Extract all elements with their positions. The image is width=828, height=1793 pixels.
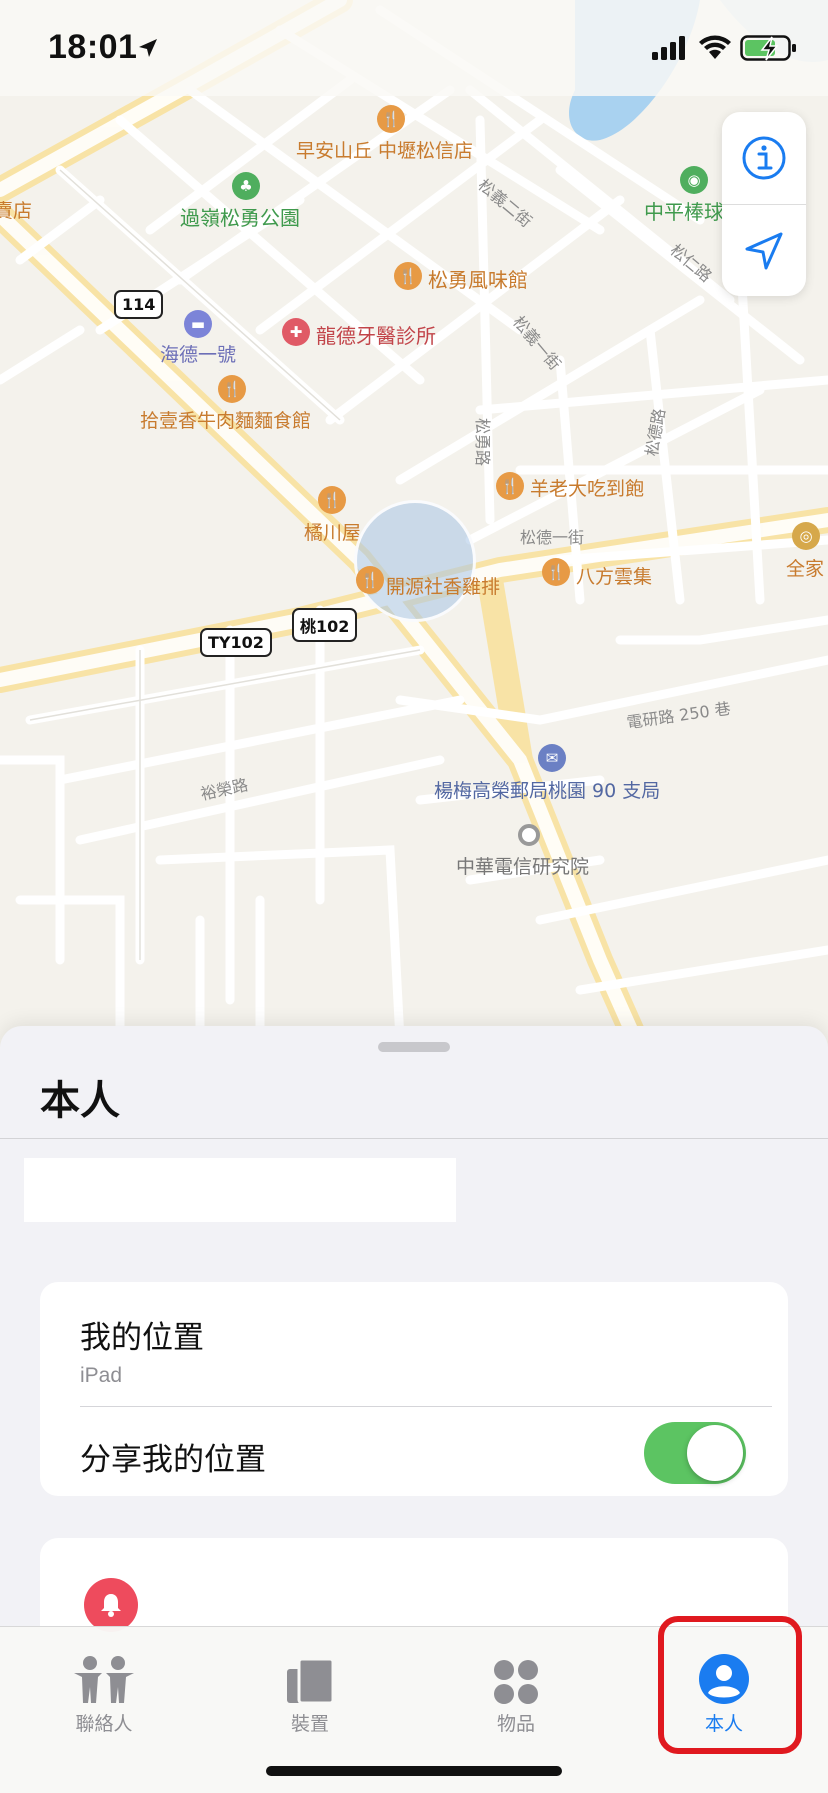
- route-shield: 114: [114, 290, 164, 319]
- people-icon: [74, 1656, 134, 1703]
- tab-devices[interactable]: 裝置: [240, 1647, 380, 1736]
- status-bar: 18:01: [0, 0, 828, 96]
- poi-label[interactable]: 羊老大吃到飽: [530, 474, 644, 501]
- landmark-icon: [518, 824, 540, 846]
- poi-label[interactable]: 八方雲集: [576, 562, 652, 589]
- tab-items[interactable]: 物品: [446, 1647, 586, 1736]
- tab-label: 聯絡人: [75, 1713, 133, 1735]
- poi-label[interactable]: 海德一號: [160, 340, 236, 367]
- restaurant-icon: 🍴: [394, 262, 422, 290]
- restaurant-icon: 🍴: [542, 558, 570, 586]
- items-icon: [494, 1660, 538, 1704]
- sheet-grabber[interactable]: [378, 1042, 450, 1052]
- restaurant-icon: 🍴: [377, 105, 405, 133]
- street-label: 松勇路: [473, 417, 493, 467]
- location-arrow-icon: [139, 39, 157, 57]
- cellular-signal-icon: [652, 36, 685, 60]
- restaurant-icon: 🍴: [318, 486, 346, 514]
- restaurant-icon: 🍴: [496, 472, 524, 500]
- tab-label: 物品: [496, 1713, 535, 1735]
- park-icon: ♣: [232, 172, 260, 200]
- route-shield: TY102: [200, 628, 272, 657]
- poi-label[interactable]: 中華電信研究院: [456, 852, 589, 879]
- tab-label: 裝置: [290, 1713, 329, 1735]
- info-button[interactable]: [722, 112, 806, 204]
- home-indicator: [266, 1766, 562, 1776]
- clock: 18:01: [48, 28, 138, 66]
- dentist-icon: ✚: [282, 318, 310, 346]
- poi-label[interactable]: 全家: [786, 554, 824, 581]
- battery-charging-icon: [740, 35, 796, 61]
- info-icon: [742, 136, 786, 180]
- restaurant-icon: 🍴: [356, 566, 384, 594]
- devices-icon: [287, 1657, 335, 1705]
- poi-label[interactable]: 松勇風味館: [428, 264, 528, 293]
- tab-contacts[interactable]: 聯絡人: [34, 1647, 174, 1736]
- poi-label[interactable]: 楊梅高榮郵局桃園 90 支局: [434, 776, 660, 803]
- sheet-title: 本人: [40, 1078, 120, 1124]
- post-office-icon: ✉: [538, 744, 566, 772]
- location-card: 我的位置 iPad 分享我的位置: [40, 1282, 788, 1496]
- poi-label[interactable]: 龍德牙醫診所: [316, 320, 436, 349]
- map-controls: [722, 112, 806, 296]
- street-label: 松德一街: [520, 528, 585, 547]
- share-location-label: 分享我的位置: [80, 1442, 266, 1478]
- my-location-label: 我的位置: [80, 1320, 204, 1356]
- redacted-name-field: [24, 1158, 456, 1222]
- location-arrow-icon: [745, 232, 783, 270]
- poi-label[interactable]: 過嶺松勇公園: [180, 202, 300, 231]
- poi-label[interactable]: 開源社香雞排: [386, 572, 500, 599]
- poi-label[interactable]: 早安山丘 中壢松信店: [296, 136, 473, 163]
- current-location-button[interactable]: [722, 204, 806, 297]
- stadium-icon: ◉: [680, 166, 708, 194]
- restaurant-icon: 🍴: [218, 375, 246, 403]
- poi-label[interactable]: 拾壹香牛肉麵麵食館: [140, 406, 311, 433]
- bell-icon: [84, 1578, 138, 1632]
- highlight-annotation: [658, 1616, 802, 1754]
- divider: [80, 1406, 772, 1407]
- poi-label[interactable]: 中平棒球: [644, 196, 724, 225]
- poi-label[interactable]: 橘川屋: [304, 518, 361, 545]
- toggle-knob: [687, 1425, 743, 1481]
- divider: [0, 1138, 828, 1139]
- hotel-icon: ▬: [184, 310, 212, 338]
- map-view[interactable]: 松義二街 松義一街 松仁路 松勇路 松德路 松德一街 電研路 250 巷 裕榮路…: [0, 0, 828, 1050]
- wifi-icon: [699, 35, 731, 59]
- route-shield: 桃102: [292, 608, 358, 642]
- poi-label[interactable]: 賣店: [0, 196, 32, 223]
- location-accuracy-circle: [354, 500, 476, 622]
- share-location-toggle[interactable]: [644, 1422, 746, 1484]
- my-location-device: iPad: [80, 1364, 123, 1387]
- store-icon: ◎: [792, 522, 820, 550]
